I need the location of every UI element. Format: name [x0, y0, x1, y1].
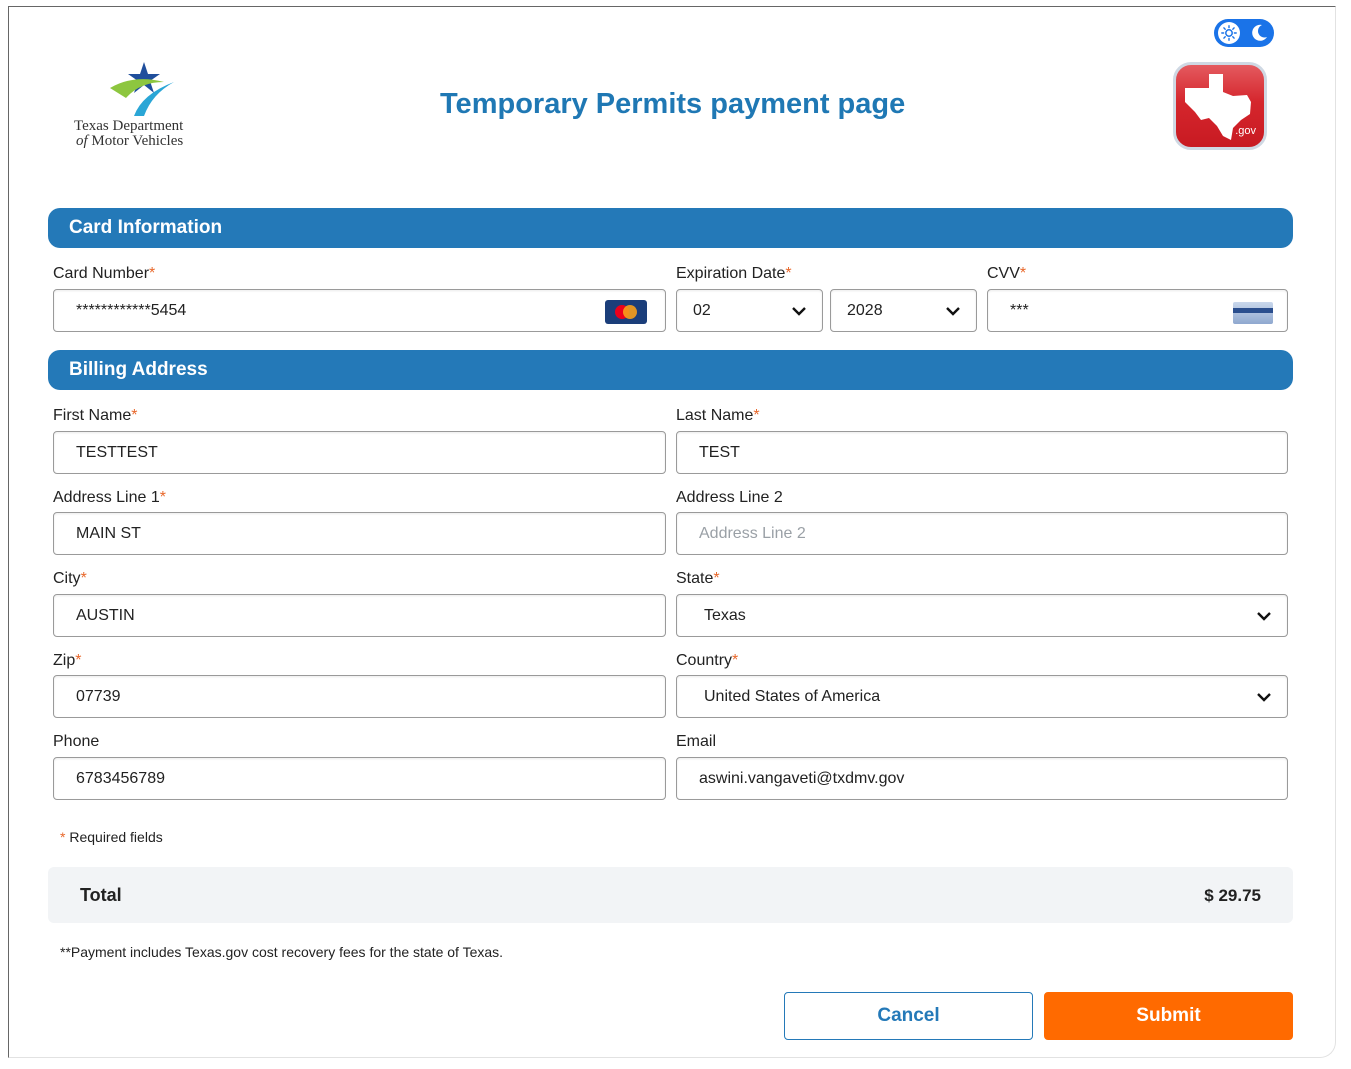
mastercard-icon [605, 300, 647, 324]
phone-label: Phone [53, 733, 100, 750]
address-line2-placeholder: Address Line 2 [699, 524, 806, 542]
sun-icon [1218, 22, 1240, 44]
zip-value: 07739 [76, 687, 121, 705]
fee-note: **Payment includes Texas.gov cost recove… [60, 944, 504, 960]
city-value: AUSTIN [76, 606, 135, 624]
page-title: Temporary Permits payment page [440, 88, 906, 120]
expiration-date-label: Expiration Date* [676, 265, 792, 282]
city-field[interactable]: AUSTIN [53, 594, 666, 637]
address-line1-field[interactable]: MAIN ST [53, 512, 666, 555]
last-name-label: Last Name* [676, 407, 760, 424]
address-line2-field[interactable]: Address Line 2 [676, 512, 1288, 555]
chevron-down-icon [792, 307, 806, 316]
state-label: State* [676, 570, 720, 587]
first-name-value: TESTTEST [76, 443, 158, 461]
txdmv-star-icon [110, 62, 174, 116]
cvv-value: *** [1010, 301, 1029, 319]
required-fields-note: * Required fields [60, 829, 163, 845]
address-line1-label: Address Line 1* [53, 489, 166, 506]
email-value: aswini.vangaveti@txdmv.gov [699, 769, 905, 787]
zip-label: Zip* [53, 652, 82, 669]
cancel-button[interactable]: Cancel [784, 992, 1033, 1040]
chevron-down-icon [1257, 612, 1271, 621]
theme-toggle[interactable] [1214, 19, 1274, 47]
gov-logo-text: .gov [1235, 125, 1256, 137]
cvv-label: CVV* [987, 265, 1027, 282]
expiration-year-value: 2028 [847, 301, 883, 319]
expiration-year-select[interactable]: 2028 [830, 289, 977, 332]
submit-button[interactable]: Submit [1044, 992, 1293, 1040]
phone-value: 6783456789 [76, 769, 165, 787]
expiration-month-value: 02 [693, 301, 711, 319]
address-line1-value: MAIN ST [76, 524, 141, 542]
country-label: Country* [676, 652, 739, 669]
cvv-card-icon [1233, 302, 1273, 324]
total-label: Total [80, 885, 122, 905]
first-name-label: First Name* [53, 407, 138, 424]
txdmv-logo: Texas Department of Motor Vehicles [70, 60, 220, 155]
org-name-of: of [76, 133, 88, 149]
state-select[interactable]: Texas [676, 594, 1288, 637]
phone-field[interactable]: 6783456789 [53, 757, 666, 800]
chevron-down-icon [946, 307, 960, 316]
zip-field[interactable]: 07739 [53, 675, 666, 718]
org-name-line1: Texas Department [74, 118, 184, 134]
last-name-value: TEST [699, 443, 740, 461]
card-number-label: Card Number* [53, 265, 156, 282]
email-field[interactable]: aswini.vangaveti@txdmv.gov [676, 757, 1288, 800]
cvv-field[interactable]: *** [987, 289, 1288, 332]
card-number-value: ************5454 [76, 301, 187, 319]
org-name-line2: of Motor Vehicles [76, 134, 183, 149]
total-bar: Total $ 29.75 [48, 867, 1293, 923]
billing-address-header: Billing Address [48, 350, 1293, 390]
first-name-field[interactable]: TESTTEST [53, 431, 666, 474]
country-select[interactable]: United States of America [676, 675, 1288, 718]
moon-icon [1248, 22, 1270, 44]
address-line2-label: Address Line 2 [676, 489, 783, 506]
total-value: $ 29.75 [1204, 886, 1261, 905]
expiration-month-select[interactable]: 02 [676, 289, 823, 332]
country-value: United States of America [704, 687, 881, 705]
last-name-field[interactable]: TEST [676, 431, 1288, 474]
card-information-header: Card Information [48, 208, 1293, 248]
city-label: City* [53, 570, 87, 587]
card-number-field[interactable]: ************5454 [53, 289, 666, 332]
email-label: Email [676, 733, 717, 750]
org-name-rest: Motor Vehicles [87, 133, 184, 149]
state-value: Texas [704, 606, 746, 624]
chevron-down-icon [1257, 693, 1271, 702]
texas-gov-logo: .gov [1173, 62, 1267, 150]
